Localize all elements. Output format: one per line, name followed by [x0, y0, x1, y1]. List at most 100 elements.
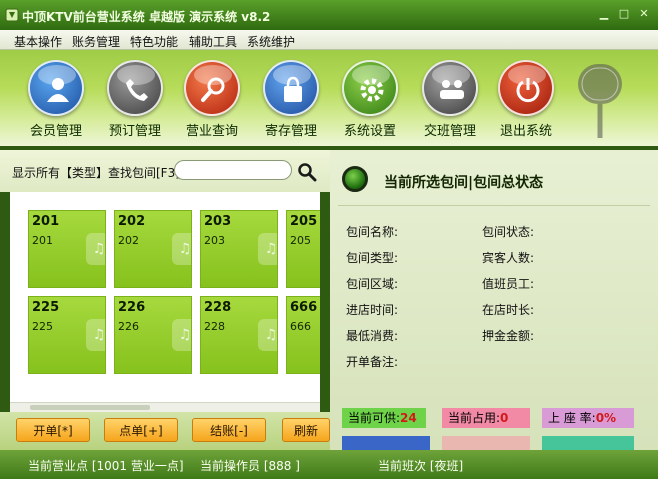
title-bar: 中顶KTV前台营业系统 卓越版 演示系统 v8.2 ▁ □ ✕: [0, 0, 658, 30]
room-name: 226: [118, 320, 139, 333]
room-tile[interactable]: 203 203 ♫: [200, 210, 278, 288]
menu-features[interactable]: 特色功能: [130, 33, 178, 50]
gear-icon: [342, 60, 398, 116]
exit-system-button[interactable]: 退出系统: [486, 60, 566, 144]
status-bar: 当前营业点 [1001 营业一点] 当前操作员 [888 ] 当前班次 [夜班]: [0, 450, 658, 479]
room-tile[interactable]: 226 226 ♫: [114, 296, 192, 374]
room-search-label: 显示所有【类型】查找包间[F3]: [12, 166, 180, 180]
shift-handover-button[interactable]: 交班管理: [410, 60, 490, 144]
room-watermark-icon: ♫: [86, 233, 105, 265]
room-grid-scrollbar[interactable]: [10, 402, 320, 412]
microphone-decoration-icon: [578, 64, 622, 138]
room-number: 228: [204, 300, 232, 315]
status-indicator-icon: [342, 166, 368, 192]
refresh-button[interactable]: 刷新: [282, 418, 330, 442]
field-room-name: 包间名称:: [346, 225, 399, 239]
scrollbar-thumb[interactable]: [30, 405, 150, 410]
order-button[interactable]: 点单[+]: [104, 418, 178, 442]
window-title: 中顶KTV前台营业系统 卓越版 演示系统 v8.2: [22, 10, 271, 24]
room-watermark-icon: ♫: [258, 233, 277, 265]
field-staff: 值班员工:: [482, 277, 535, 291]
handover-icon: [422, 60, 478, 116]
menu-bar: 基本操作 账务管理 特色功能 辅助工具 系统维护: [0, 30, 658, 50]
room-name: 203: [204, 234, 225, 247]
room-watermark-icon: ♫: [86, 319, 105, 351]
menu-tools[interactable]: 辅助工具: [189, 33, 237, 50]
room-number: 225: [32, 300, 60, 315]
field-room-area: 包间区域:: [346, 277, 399, 291]
storage-management-button[interactable]: 寄存管理: [251, 60, 331, 144]
room-watermark-icon: ♫: [258, 319, 277, 351]
room-tile[interactable]: 228 228 ♫: [200, 296, 278, 374]
search-icon[interactable]: [297, 162, 317, 182]
stat-occupied-value: 0: [500, 411, 509, 425]
stat-occupied-label: 当前占用:: [448, 411, 501, 425]
room-status-panel: 当前所选包间|包间总状态 包间名称: 包间状态: 包间类型: 宾客人数: 包间区…: [330, 150, 658, 450]
room-watermark-icon: ♫: [172, 233, 191, 265]
room-tile[interactable]: 225 225 ♫: [28, 296, 106, 374]
business-query-button[interactable]: 营业查询: [172, 60, 252, 144]
room-tile[interactable]: 202 202 ♫: [114, 210, 192, 288]
room-number: 226: [118, 300, 146, 315]
stat-available-label: 当前可供:: [348, 411, 401, 425]
menu-maintenance[interactable]: 系统维护: [247, 33, 295, 50]
field-room-status: 包间状态:: [482, 225, 535, 239]
stat-rate-value: 0%: [595, 411, 617, 425]
menu-accounts[interactable]: 账务管理: [72, 33, 120, 50]
room-name: 666: [290, 320, 311, 333]
field-guest-count: 宾客人数:: [482, 251, 535, 265]
stat-occupied: 当前占用:0: [442, 408, 530, 428]
booking-management-button[interactable]: 预订管理: [95, 60, 175, 144]
room-search-input[interactable]: [174, 160, 292, 180]
system-settings-button[interactable]: 系统设置: [330, 60, 410, 144]
panel-divider: [338, 205, 650, 206]
magnifier-icon: [184, 60, 240, 116]
minimize-button[interactable]: ▁: [598, 8, 610, 20]
stat-rate-label: 上 座 率:: [548, 411, 596, 425]
action-bar: 开单[*] 点单[+] 结账[-] 刷新: [0, 412, 330, 450]
member-management-label: 会员管理: [29, 124, 82, 139]
close-button[interactable]: ✕: [638, 8, 650, 20]
room-search-bar: 显示所有【类型】查找包间[F3]: [0, 150, 330, 192]
stat-occupancy-rate: 上 座 率:0%: [542, 408, 634, 428]
storage-management-label: 寄存管理: [264, 124, 317, 139]
phone-icon: [107, 60, 163, 116]
room-tile[interactable]: 666 666 ♫: [286, 296, 320, 374]
shift-handover-label: 交班管理: [423, 124, 476, 139]
room-name: 201: [32, 234, 53, 247]
field-open-note: 开单备注:: [346, 355, 399, 369]
exit-icon: [498, 60, 554, 116]
room-number: 203: [204, 214, 232, 229]
field-room-type: 包间类型:: [346, 251, 399, 265]
exit-system-label: 退出系统: [499, 124, 552, 139]
room-number: 202: [118, 214, 146, 229]
field-stay-time: 在店时长:: [482, 303, 535, 317]
room-number: 205: [290, 214, 318, 229]
main-toolbar: 会员管理 预订管理 营业查询 寄存管理 系统设置 交班管理 退出系统: [0, 50, 658, 146]
stat-chip-pink: [442, 436, 530, 450]
stat-chip-teal: [542, 436, 634, 450]
room-tile[interactable]: 201 201 ♫: [28, 210, 106, 288]
checkout-button[interactable]: 结账[-]: [192, 418, 266, 442]
field-enter-time: 进店时间:: [346, 303, 399, 317]
room-name: 225: [32, 320, 53, 333]
member-management-button[interactable]: 会员管理: [16, 60, 96, 144]
status-shift: 当前班次 [夜班]: [378, 459, 464, 473]
system-settings-label: 系统设置: [343, 124, 396, 139]
bag-icon: [263, 60, 319, 116]
field-deposit: 押金金额:: [482, 329, 535, 343]
status-operator: 当前操作员 [888 ]: [200, 459, 300, 473]
room-number: 201: [32, 214, 60, 229]
member-icon: [28, 60, 84, 116]
room-grid: 201 201 ♫ 202 202 ♫ 203 203 ♫ 205 205 ♫ …: [10, 192, 320, 410]
maximize-button[interactable]: □: [618, 8, 630, 20]
status-business-point: 当前营业点 [1001 营业一点]: [28, 459, 184, 473]
menu-basic-ops[interactable]: 基本操作: [14, 33, 62, 50]
room-tile[interactable]: 205 205 ♫: [286, 210, 320, 288]
booking-management-label: 预订管理: [108, 124, 161, 139]
stat-available-value: 24: [400, 411, 417, 425]
open-room-button[interactable]: 开单[*]: [16, 418, 90, 442]
room-number: 666: [290, 300, 318, 315]
panel-title: 当前所选包间|包间总状态: [384, 175, 544, 191]
business-query-label: 营业查询: [185, 124, 238, 139]
